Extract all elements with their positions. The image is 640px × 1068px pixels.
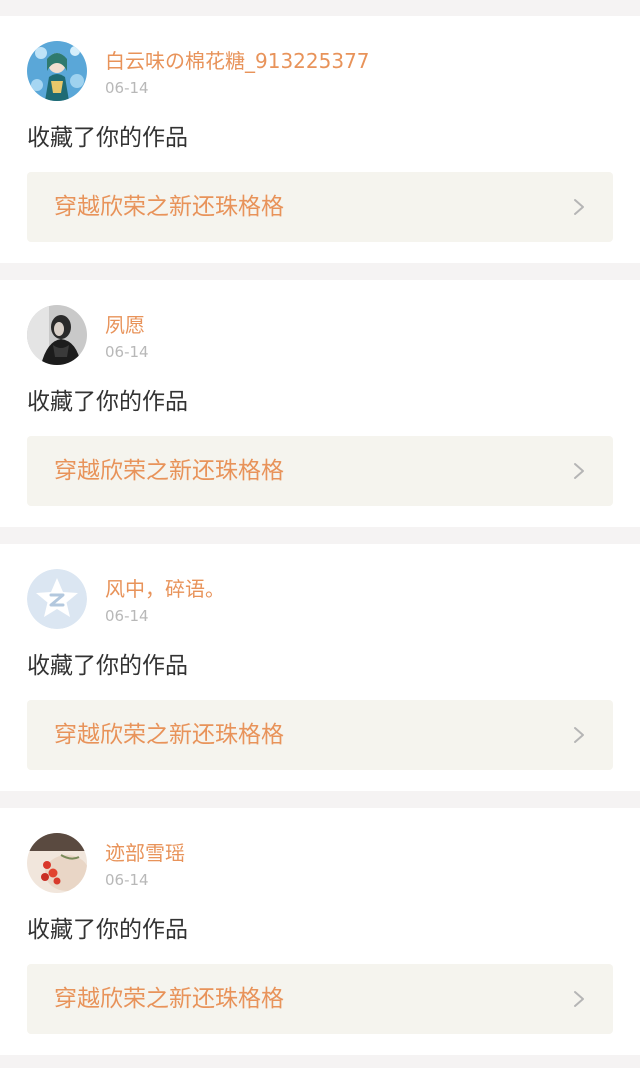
notification-feed: 白云味の棉花糖_913225377 06-14 收藏了你的作品 穿越欣荣之新还珠…	[0, 0, 640, 1068]
username[interactable]: 白云味の棉花糖_913225377	[105, 48, 370, 74]
work-title: 穿越欣荣之新还珠格格	[54, 458, 284, 484]
notification-card: 迹部雪瑶 06-14 收藏了你的作品 穿越欣荣之新还珠格格	[0, 808, 640, 1055]
action-text: 收藏了你的作品	[27, 125, 188, 151]
anime-girl-avatar-icon	[27, 41, 87, 101]
dark-figure-avatar-icon	[27, 305, 87, 365]
username[interactable]: 风中，碎语。	[105, 576, 225, 602]
photo-avatar-icon	[27, 833, 87, 893]
chevron-right-icon	[574, 727, 584, 743]
work-link[interactable]: 穿越欣荣之新还珠格格	[27, 700, 613, 770]
username[interactable]: 迹部雪瑶	[105, 840, 185, 866]
user-avatar[interactable]	[27, 305, 87, 365]
qzone-star-avatar-icon	[27, 569, 87, 629]
timestamp: 06-14	[105, 343, 149, 361]
action-text: 收藏了你的作品	[27, 653, 188, 679]
user-avatar[interactable]	[27, 569, 87, 629]
notification-card: 夙愿 06-14 收藏了你的作品 穿越欣荣之新还珠格格	[0, 280, 640, 527]
chevron-right-icon	[574, 463, 584, 479]
user-avatar[interactable]	[27, 833, 87, 893]
chevron-right-icon	[574, 199, 584, 215]
work-title: 穿越欣荣之新还珠格格	[54, 722, 284, 748]
timestamp: 06-14	[105, 871, 149, 889]
action-text: 收藏了你的作品	[27, 389, 188, 415]
action-text: 收藏了你的作品	[27, 917, 188, 943]
username[interactable]: 夙愿	[105, 312, 145, 338]
timestamp: 06-14	[105, 607, 149, 625]
notification-card: 风中，碎语。 06-14 收藏了你的作品 穿越欣荣之新还珠格格	[0, 544, 640, 791]
work-link[interactable]: 穿越欣荣之新还珠格格	[27, 964, 613, 1034]
work-link[interactable]: 穿越欣荣之新还珠格格	[27, 436, 613, 506]
work-link[interactable]: 穿越欣荣之新还珠格格	[27, 172, 613, 242]
work-title: 穿越欣荣之新还珠格格	[54, 986, 284, 1012]
work-title: 穿越欣荣之新还珠格格	[54, 194, 284, 220]
timestamp: 06-14	[105, 79, 149, 97]
notification-card: 白云味の棉花糖_913225377 06-14 收藏了你的作品 穿越欣荣之新还珠…	[0, 16, 640, 263]
chevron-right-icon	[574, 991, 584, 1007]
user-avatar[interactable]	[27, 41, 87, 101]
